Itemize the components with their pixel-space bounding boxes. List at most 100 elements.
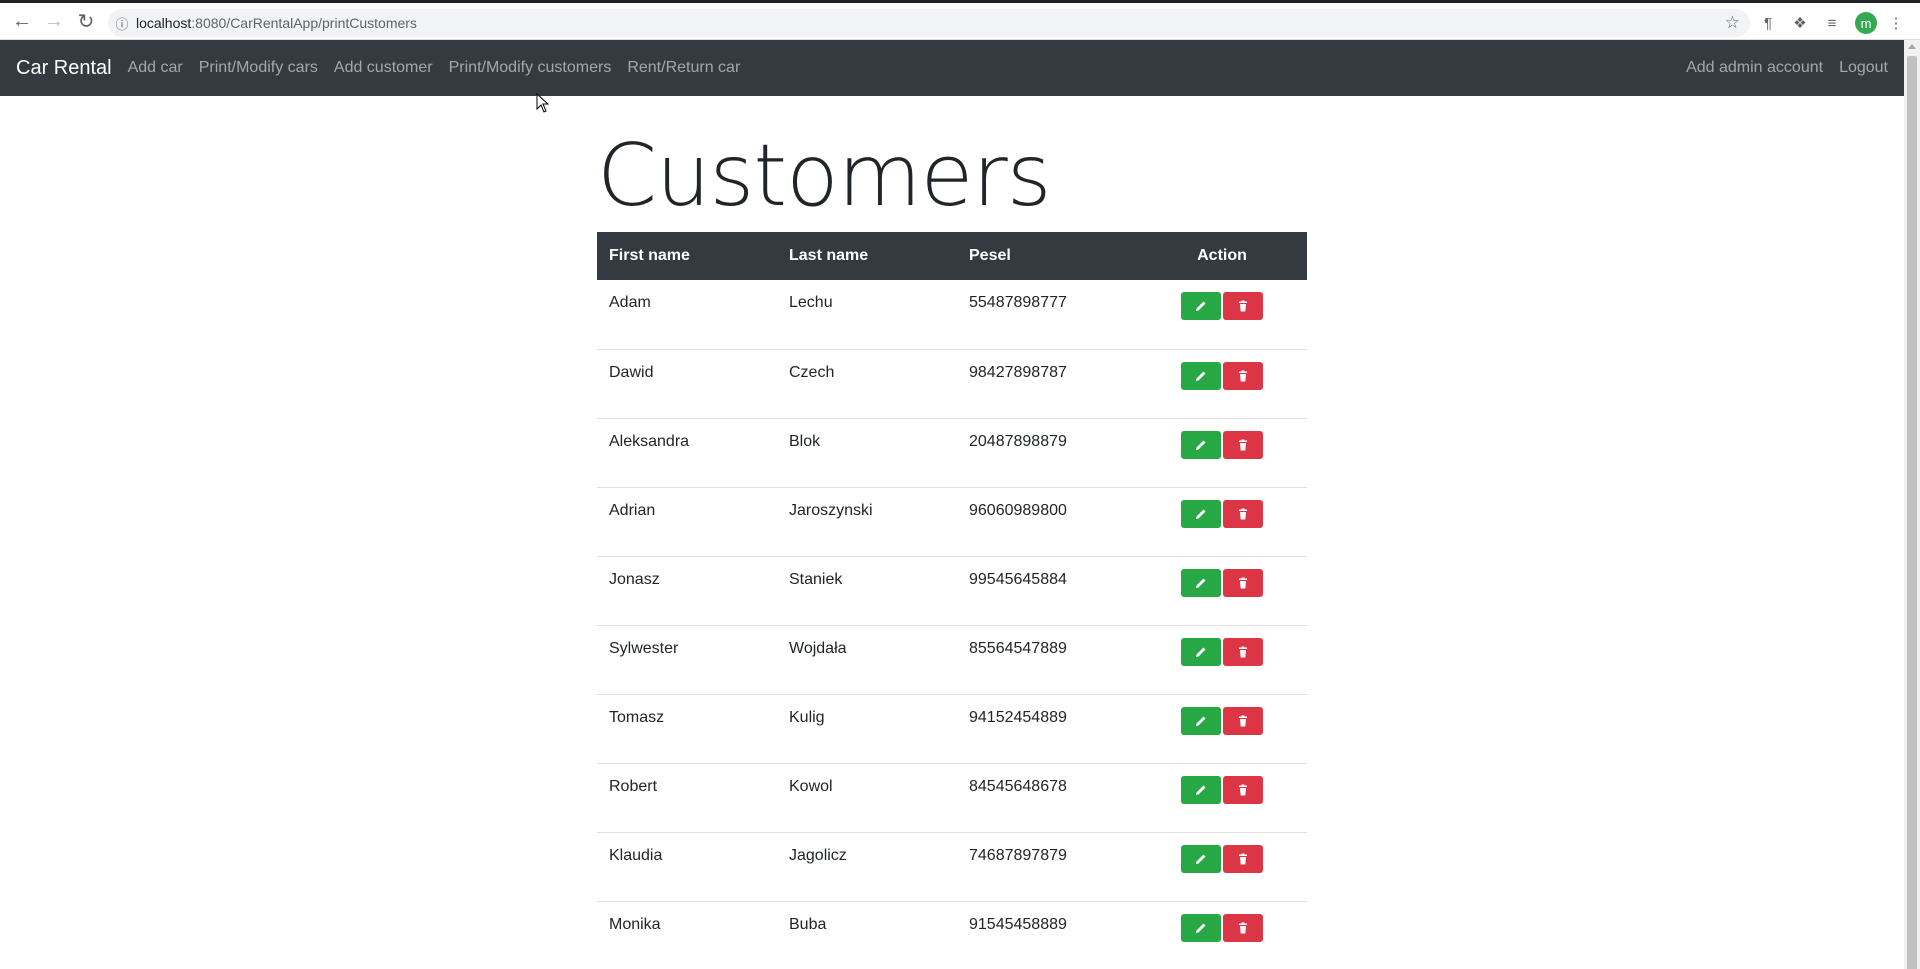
delete-button[interactable] bbox=[1223, 637, 1263, 666]
nav-add-admin-account[interactable]: Add admin account bbox=[1678, 59, 1831, 77]
cell-last-name: Wojdała bbox=[777, 625, 957, 695]
browser-menu-icon[interactable]: ⋮ bbox=[1884, 11, 1908, 35]
reload-icon[interactable]: ↻ bbox=[70, 5, 102, 37]
trash-icon bbox=[1239, 508, 1247, 519]
trash-icon bbox=[1239, 853, 1247, 864]
site-navbar: Car Rental Add car Print/Modify cars Add… bbox=[0, 40, 1904, 96]
table-header-row: First name Last name Pesel Action bbox=[597, 232, 1307, 280]
delete-button[interactable] bbox=[1223, 361, 1263, 390]
reading-list-icon[interactable]: ≡ bbox=[1820, 11, 1844, 35]
column-header-last-name: Last name bbox=[777, 232, 957, 280]
table-row: Sylwester Wojdała 85564547889 bbox=[597, 625, 1307, 695]
cell-actions bbox=[1137, 763, 1307, 833]
cell-first-name: Jonasz bbox=[597, 556, 777, 626]
extensions-puzzle-icon[interactable]: ❖ bbox=[1788, 11, 1812, 35]
table-row: Aleksandra Blok 20487898879 bbox=[597, 418, 1307, 488]
pencil-icon bbox=[1196, 716, 1206, 726]
trash-icon bbox=[1239, 439, 1247, 450]
delete-button[interactable] bbox=[1223, 913, 1263, 942]
scroll-up-arrow-icon[interactable] bbox=[1908, 44, 1916, 49]
delete-button[interactable] bbox=[1223, 844, 1263, 873]
pencil-icon bbox=[1196, 371, 1206, 381]
cell-first-name: Adam bbox=[597, 280, 777, 350]
cell-last-name: Buba bbox=[777, 901, 957, 969]
table-row: Adrian Jaroszynski 96060989800 bbox=[597, 487, 1307, 557]
cell-pesel: 55487898777 bbox=[957, 280, 1137, 350]
edit-button[interactable] bbox=[1181, 637, 1221, 666]
cell-first-name: Robert bbox=[597, 763, 777, 833]
cell-first-name: Sylwester bbox=[597, 625, 777, 695]
nav-rent-return-car[interactable]: Rent/Return car bbox=[619, 59, 748, 77]
cell-first-name: Aleksandra bbox=[597, 418, 777, 488]
delete-button[interactable] bbox=[1223, 706, 1263, 735]
main-content: Customers First name Last name Pesel Act… bbox=[597, 96, 1307, 969]
pencil-icon bbox=[1196, 301, 1206, 311]
cell-first-name: Adrian bbox=[597, 487, 777, 557]
cell-actions bbox=[1137, 694, 1307, 764]
back-icon[interactable]: ← bbox=[6, 5, 38, 37]
delete-button[interactable] bbox=[1223, 775, 1263, 804]
column-header-first-name: First name bbox=[597, 232, 777, 280]
table-row: Robert Kowol 84545648678 bbox=[597, 763, 1307, 833]
pencil-icon bbox=[1196, 854, 1206, 864]
nav-logout[interactable]: Logout bbox=[1831, 59, 1896, 77]
cell-first-name: Klaudia bbox=[597, 832, 777, 902]
page-title: Customers bbox=[597, 126, 1052, 226]
profile-avatar[interactable]: m bbox=[1855, 12, 1877, 34]
site-info-icon[interactable]: ⓘ bbox=[108, 14, 136, 33]
delete-button[interactable] bbox=[1223, 292, 1263, 320]
nav-print-modify-customers[interactable]: Print/Modify customers bbox=[441, 59, 620, 77]
edit-button[interactable] bbox=[1181, 292, 1221, 320]
edit-button[interactable] bbox=[1181, 775, 1221, 804]
table-row: Dawid Czech 98427898787 bbox=[597, 349, 1307, 419]
cell-actions bbox=[1137, 280, 1307, 350]
forward-icon[interactable]: → bbox=[38, 5, 70, 37]
url-text: localhost:8080/CarRentalApp/printCustome… bbox=[136, 15, 417, 31]
cell-actions bbox=[1137, 418, 1307, 488]
cell-first-name: Monika bbox=[597, 901, 777, 969]
delete-button[interactable] bbox=[1223, 568, 1263, 597]
edit-button[interactable] bbox=[1181, 568, 1221, 597]
edit-button[interactable] bbox=[1181, 706, 1221, 735]
cell-actions bbox=[1137, 349, 1307, 419]
delete-button[interactable] bbox=[1223, 430, 1263, 459]
delete-button[interactable] bbox=[1223, 499, 1263, 528]
cell-pesel: 74687897879 bbox=[957, 832, 1137, 902]
cell-pesel: 20487898879 bbox=[957, 418, 1137, 488]
pilcrow-extension-icon[interactable]: ¶ bbox=[1756, 11, 1780, 35]
edit-button[interactable] bbox=[1181, 844, 1221, 873]
pencil-icon bbox=[1196, 578, 1206, 588]
table-row: Monika Buba 91545458889 bbox=[597, 901, 1307, 969]
cell-actions bbox=[1137, 556, 1307, 626]
url-host: localhost bbox=[136, 15, 192, 31]
edit-button[interactable] bbox=[1181, 499, 1221, 528]
page-scrollbar[interactable] bbox=[1904, 40, 1920, 969]
cell-actions bbox=[1137, 487, 1307, 557]
address-bar[interactable]: ⓘ localhost:8080/CarRentalApp/printCusto… bbox=[108, 9, 1750, 37]
bookmark-star-icon[interactable]: ☆ bbox=[1725, 13, 1740, 33]
cell-actions bbox=[1137, 832, 1307, 902]
trash-icon bbox=[1239, 646, 1247, 657]
navbar-brand[interactable]: Car Rental bbox=[16, 57, 112, 80]
edit-button[interactable] bbox=[1181, 430, 1221, 459]
scroll-thumb[interactable] bbox=[1907, 56, 1917, 969]
table-row: Jonasz Staniek 99545645884 bbox=[597, 556, 1307, 626]
cell-pesel: 91545458889 bbox=[957, 901, 1137, 969]
table-row: Klaudia Jagolicz 74687897879 bbox=[597, 832, 1307, 902]
pencil-icon bbox=[1196, 923, 1206, 933]
table-row: Tomasz Kulig 94152454889 bbox=[597, 694, 1307, 764]
cell-actions bbox=[1137, 625, 1307, 695]
nav-print-modify-cars[interactable]: Print/Modify cars bbox=[191, 59, 326, 77]
nav-add-customer[interactable]: Add customer bbox=[326, 59, 441, 77]
cell-actions bbox=[1137, 901, 1307, 969]
browser-toolbar: ← → ↻ ⓘ localhost:8080/CarRentalApp/prin… bbox=[0, 3, 1920, 40]
trash-icon bbox=[1239, 922, 1247, 933]
pencil-icon bbox=[1196, 647, 1206, 657]
edit-button[interactable] bbox=[1181, 913, 1221, 942]
cell-last-name: Jagolicz bbox=[777, 832, 957, 902]
pencil-icon bbox=[1196, 785, 1206, 795]
nav-add-car[interactable]: Add car bbox=[120, 59, 191, 77]
edit-button[interactable] bbox=[1181, 361, 1221, 390]
cell-last-name: Blok bbox=[777, 418, 957, 488]
cell-pesel: 98427898787 bbox=[957, 349, 1137, 419]
